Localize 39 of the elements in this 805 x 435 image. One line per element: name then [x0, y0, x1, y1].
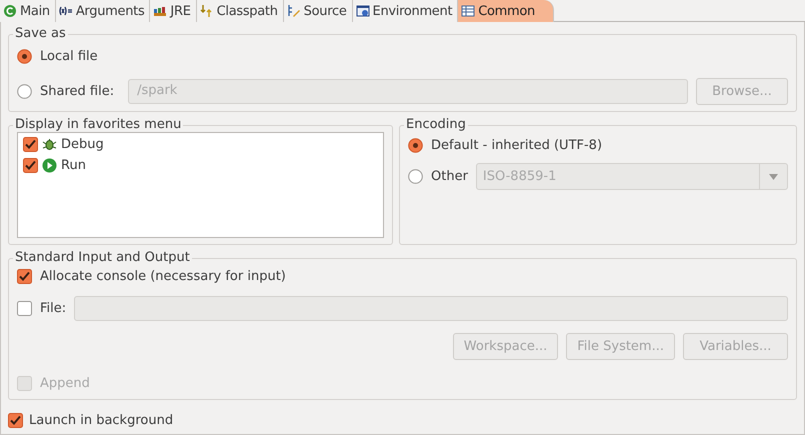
checkbox[interactable] — [23, 158, 38, 173]
tab[interactable]: Common — [458, 0, 554, 22]
radio-label: Other — [431, 169, 468, 184]
table-icon — [461, 4, 476, 18]
radio-label: Local file — [40, 49, 98, 64]
tree-pencil-icon — [286, 4, 301, 18]
radio-label: Default - inherited (UTF-8) — [431, 138, 602, 153]
checkbox-label: Launch in background — [29, 413, 174, 428]
radio-label: Shared file: — [40, 84, 114, 99]
tab[interactable]: Arguments — [56, 0, 150, 22]
play-icon — [42, 158, 57, 173]
group-title: Standard Input and Output — [13, 250, 192, 265]
tab[interactable]: Source — [284, 0, 353, 22]
checkbox-label: Allocate console (necessary for input) — [40, 269, 286, 284]
bug-icon — [42, 137, 57, 152]
checkbox-label: File: — [40, 301, 66, 316]
radio-button[interactable] — [17, 84, 32, 99]
list-item-label[interactable]: Debug — [61, 137, 104, 152]
radio-button[interactable] — [408, 169, 423, 184]
letter-circle-icon — [3, 4, 17, 18]
arrows-icon — [200, 4, 214, 18]
books-icon — [153, 4, 168, 18]
tab[interactable]: Main — [0, 0, 56, 22]
checkbox[interactable] — [23, 137, 38, 152]
radio-button[interactable] — [17, 49, 32, 64]
window-icon — [356, 4, 370, 18]
checkbox[interactable] — [17, 301, 32, 316]
checkbox-label: Append — [40, 376, 90, 391]
group-title: Encoding — [404, 117, 468, 132]
tab[interactable]: Classpath — [196, 0, 284, 22]
group-title: Display in favorites menu — [13, 117, 184, 132]
list-item-label[interactable]: Run — [61, 158, 86, 173]
tab[interactable]: JRE — [150, 0, 197, 22]
tab[interactable]: Environment — [352, 0, 458, 22]
variable-icon — [58, 4, 73, 18]
checkbox[interactable] — [17, 269, 32, 284]
radio-button[interactable] — [408, 138, 423, 153]
caret-icon — [769, 174, 778, 180]
checkbox[interactable] — [8, 413, 23, 428]
